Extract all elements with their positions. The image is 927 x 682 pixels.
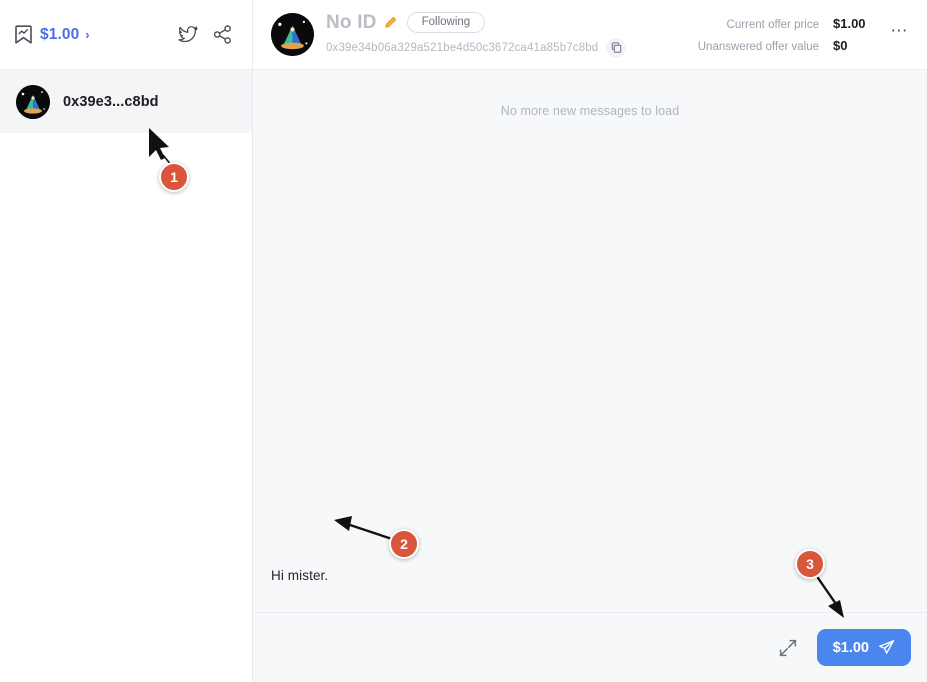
copy-icon[interactable] [606, 37, 627, 58]
offer-value: $0 [833, 38, 848, 53]
sidebar-toolbar: $1.00 › [0, 0, 252, 70]
avatar[interactable] [271, 13, 314, 56]
chat-panel: No ID Following 0x39e34b06a329a521be4d50… [253, 0, 927, 682]
send-button-label: $1.00 [832, 639, 869, 656]
share-icon[interactable] [210, 23, 234, 47]
chat-identity: No ID Following 0x39e34b06a329a521be4d50… [326, 12, 627, 58]
offer-value: $1.00 [833, 16, 866, 31]
send-plane-icon [878, 639, 895, 656]
message-bubble-incoming: Hi mister. [271, 568, 329, 583]
portfolio-price-label: $1.00 [40, 25, 80, 43]
message-list[interactable]: No more new messages to load Hi mister. [253, 70, 927, 612]
offer-summary: Current offer price $1.00 Unanswered off… [698, 16, 873, 53]
list-item[interactable]: 0x39e3...c8bd [0, 70, 252, 133]
avatar [16, 84, 50, 119]
list-item-label: 0x39e3...c8bd [63, 93, 159, 110]
twitter-icon[interactable] [176, 23, 200, 47]
offer-row-current: Current offer price $1.00 [727, 16, 873, 31]
conversation-sidebar: $1.00 › 0x39e3...c8bd [0, 0, 253, 682]
chat-address-row: 0x39e34b06a329a521be4d50c3672ca41a85b7c8… [326, 37, 627, 58]
bookmark-chart-icon [14, 24, 33, 45]
chat-header: No ID Following 0x39e34b06a329a521be4d50… [253, 0, 927, 70]
message-composer: $1.00 [253, 612, 927, 682]
chevron-right-icon: › [85, 27, 90, 42]
more-horizontal-icon[interactable]: ⋯ [887, 22, 913, 48]
chat-title-row: No ID Following [326, 12, 626, 34]
wallet-address: 0x39e34b06a329a521be4d50c3672ca41a85b7c8… [326, 41, 599, 54]
page-title: No ID [326, 11, 377, 33]
offer-label: Unanswered offer value [697, 41, 819, 53]
send-offer-button[interactable]: $1.00 [816, 629, 911, 666]
offer-label: Current offer price [726, 19, 819, 31]
conversation-list: 0x39e3...c8bd [0, 70, 252, 133]
following-button[interactable]: Following [406, 12, 486, 33]
no-more-messages-label: No more new messages to load [500, 104, 680, 118]
pencil-icon[interactable] [384, 16, 397, 29]
portfolio-price-button[interactable]: $1.00 › [14, 24, 90, 45]
offer-row-unanswered: Unanswered offer value $0 [698, 38, 873, 53]
expand-icon[interactable] [777, 637, 799, 659]
app-root: $1.00 › 0x39e3...c8bd No ID Following 0x… [0, 0, 927, 682]
